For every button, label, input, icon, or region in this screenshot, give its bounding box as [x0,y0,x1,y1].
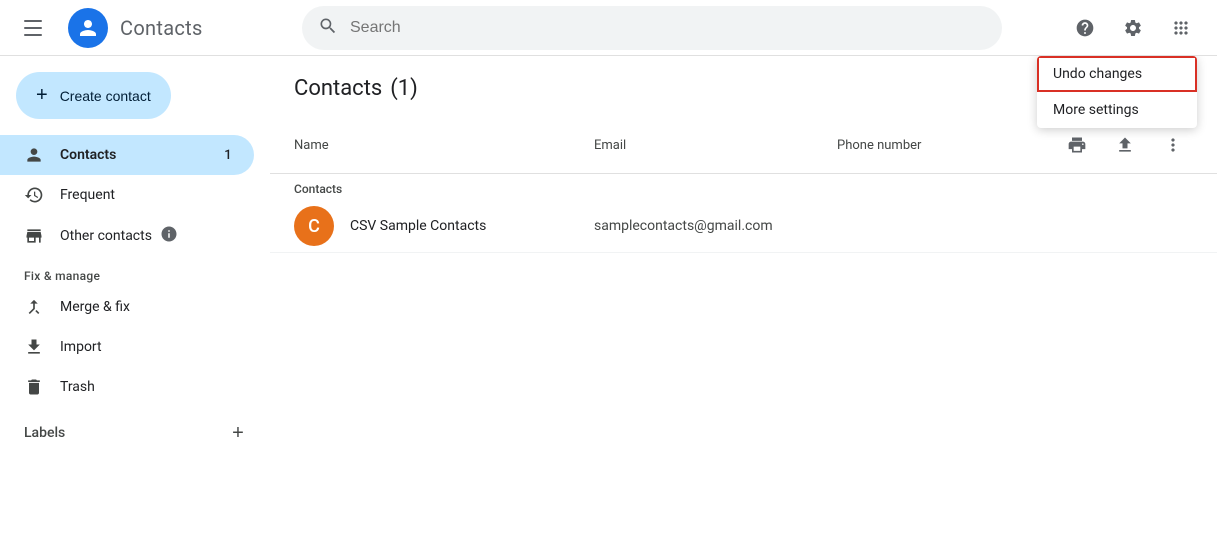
add-label-button[interactable]: + [222,417,254,449]
sidebar-item-frequent[interactable]: Frequent [0,175,254,215]
table-row[interactable]: C CSV Sample Contacts samplecontacts@gma… [270,200,1217,253]
search-bar [302,6,1002,50]
labels-title: Labels [24,425,65,441]
email-column-header: Email [594,138,837,153]
action-column-header [1057,125,1193,165]
import-icon [24,337,44,357]
frequent-nav-icon [24,185,44,205]
sidebar-item-trash[interactable]: Trash [0,367,254,407]
trash-icon [24,377,44,397]
create-contact-label: Create contact [60,88,151,104]
header: Contacts [0,0,1217,56]
app-title: Contacts [120,16,203,40]
settings-button[interactable] [1113,8,1153,48]
export-icon [1115,135,1135,155]
contacts-nav-icon [24,145,44,165]
search-input[interactable] [350,19,986,37]
fix-manage-section-title: Fix & manage [0,257,270,287]
merge-label: Merge & fix [60,299,238,315]
main-content: Contacts (1) Name Email Phone number [270,56,1217,540]
more-settings-item[interactable]: More settings [1037,92,1197,128]
other-contacts-label: Other contacts [60,228,152,244]
info-icon[interactable] [160,225,178,247]
contact-count: (1) [390,76,418,101]
undo-changes-item[interactable]: Undo changes [1037,56,1197,92]
name-column-header: Name [294,138,594,153]
apps-button[interactable] [1161,8,1201,48]
sidebar: + Create contact Contacts 1 Frequent [0,56,270,540]
frequent-nav-label: Frequent [60,187,238,203]
page-title: Contacts [294,76,382,101]
export-button[interactable] [1105,125,1145,165]
import-label: Import [60,339,238,355]
merge-icon [24,297,44,317]
avatar: C [294,206,334,246]
contact-name: CSV Sample Contacts [350,218,594,234]
print-button[interactable] [1057,125,1097,165]
help-icon [1075,18,1095,38]
menu-button[interactable] [16,8,56,48]
phone-column-header: Phone number [837,138,1057,153]
search-icon [318,16,338,40]
help-button[interactable] [1065,8,1105,48]
group-label: Contacts [270,174,1217,200]
contact-email: samplecontacts@gmail.com [594,218,973,234]
contacts-nav-badge: 1 [218,148,238,163]
contacts-nav-label: Contacts [60,147,202,163]
labels-row: Labels + [0,407,270,459]
create-contact-button[interactable]: + Create contact [16,72,171,119]
main-layout: + Create contact Contacts 1 Frequent [0,56,1217,540]
print-icon [1067,135,1087,155]
other-contacts-nav-icon [24,226,44,246]
trash-label: Trash [60,379,238,395]
sidebar-item-other-contacts[interactable]: Other contacts [0,215,254,257]
sidebar-item-merge[interactable]: Merge & fix [0,287,254,327]
other-contacts-row: Other contacts [60,225,178,247]
settings-icon [1123,18,1143,38]
sidebar-item-contacts[interactable]: Contacts 1 [0,135,254,175]
sidebar-item-import[interactable]: Import [0,327,254,367]
contacts-logo-icon [76,16,100,40]
apps-icon [1171,18,1191,38]
create-plus-icon: + [36,84,48,107]
header-left: Contacts [16,8,286,48]
header-right [1065,8,1201,48]
app-logo [68,8,108,48]
more-vertical-icon [1163,135,1183,155]
more-button[interactable] [1153,125,1193,165]
hamburger-icon [24,16,48,40]
dropdown-menu: Undo changes More settings [1037,56,1197,128]
